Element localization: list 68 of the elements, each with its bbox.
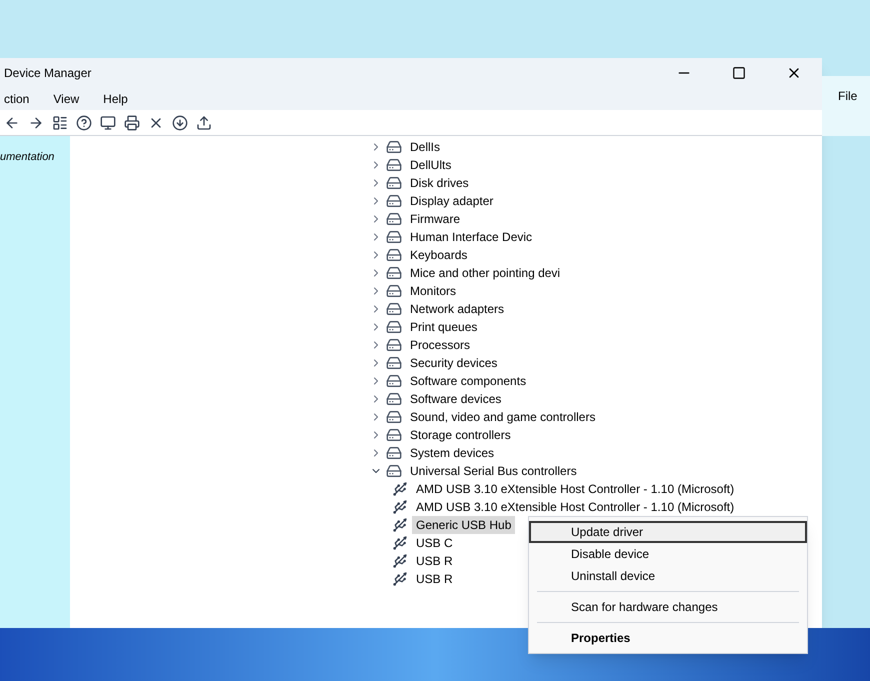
device-icon [386, 391, 402, 407]
tree-item[interactable]: Monitors [406, 282, 460, 300]
tree-item[interactable]: System devices [406, 444, 498, 462]
tree-item[interactable]: Storage controllers [406, 426, 515, 444]
tree-item[interactable]: Software components [406, 372, 530, 390]
device-icon [386, 247, 402, 263]
tree-item[interactable]: Human Interface Devic [406, 228, 536, 246]
tree-item[interactable]: Processors [406, 336, 474, 354]
context-menu-item[interactable]: Scan for hardware changes [529, 596, 807, 618]
monitor-icon[interactable] [100, 114, 116, 130]
context-menu-item[interactable]: Update driver [529, 521, 807, 543]
tree-item[interactable]: Sound, video and game controllers [406, 408, 600, 426]
device-icon [386, 139, 402, 155]
device-icon [386, 427, 402, 443]
tree-item[interactable]: DellIs [406, 138, 444, 156]
list-icon[interactable] [52, 114, 68, 130]
usb-icon [392, 571, 408, 587]
device-icon [386, 355, 402, 371]
tree-item[interactable]: Disk drives [406, 174, 473, 192]
download-icon[interactable] [172, 114, 188, 130]
device-icon [386, 301, 402, 317]
device-icon [386, 211, 402, 227]
device-icon [386, 337, 402, 353]
context-menu-item[interactable]: Properties [529, 627, 807, 649]
device-icon [386, 157, 402, 173]
tree-item[interactable]: Print queues [406, 318, 482, 336]
device-icon [386, 409, 402, 425]
device-icon [386, 229, 402, 245]
context-menu-item[interactable]: Uninstall device [529, 565, 807, 587]
tree-item[interactable]: Generic USB Hub [412, 516, 516, 534]
menu-item[interactable]: ction [4, 90, 30, 108]
tree-item[interactable]: Display adapter [406, 192, 498, 210]
device-icon [386, 283, 402, 299]
printer-icon[interactable] [124, 114, 140, 130]
usb-icon [392, 553, 408, 569]
tree-item[interactable]: DellUlts [406, 156, 456, 174]
usb-icon [392, 535, 408, 551]
tree-item[interactable]: AMD USB 3.10 eXtensible Host Controller - 1.10 (Microsoft) [412, 480, 738, 498]
device-icon [386, 373, 402, 389]
tree-item[interactable]: Security devices [406, 354, 502, 372]
maximize-icon[interactable] [732, 66, 746, 80]
upload-icon[interactable] [196, 114, 212, 130]
usb-icon [392, 517, 408, 533]
menu-item[interactable]: View [53, 90, 80, 108]
tree-item[interactable]: Network adapters [406, 300, 508, 318]
tree-item[interactable]: USB C [412, 534, 457, 552]
tree-item[interactable]: USB R [412, 570, 457, 588]
device-icon [386, 463, 402, 479]
menu-item[interactable]: Help [103, 90, 128, 108]
menu-item[interactable]: File [838, 89, 858, 103]
usb-icon [392, 481, 408, 497]
side-panel-text: umentation [0, 151, 54, 163]
tree-item[interactable]: Keyboards [406, 246, 472, 264]
device-icon [386, 265, 402, 281]
device-icon [386, 319, 402, 335]
usb-icon [392, 499, 408, 515]
device-icon [386, 193, 402, 209]
tree-item[interactable]: Mice and other pointing devi [406, 264, 564, 282]
tree-item[interactable]: Universal Serial Bus controllers [406, 462, 581, 480]
device-icon [386, 445, 402, 461]
tree-item[interactable]: Software devices [406, 390, 506, 408]
window-title: Device Manager [4, 65, 92, 82]
context-menu-item[interactable]: Disable device [529, 543, 807, 565]
tree-item[interactable]: USB R [412, 552, 457, 570]
tree-item[interactable]: Firmware [406, 210, 464, 228]
tree-item[interactable]: AMD USB 3.10 eXtensible Host Controller - 1.10 (Microsoft) [412, 498, 738, 516]
help-icon[interactable] [76, 114, 92, 130]
device-icon [386, 175, 402, 191]
